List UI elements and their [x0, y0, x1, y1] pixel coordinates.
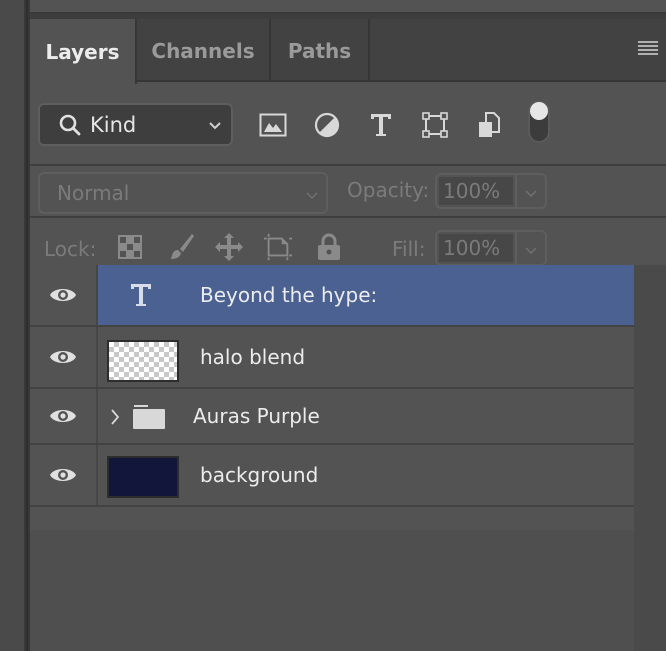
layer-thumbnail [107, 456, 179, 498]
hamburger-menu-icon[interactable] [638, 41, 658, 57]
filter-kind-label: Kind [90, 112, 137, 137]
opacity-input[interactable]: 100% [439, 177, 513, 205]
layer-row-pixel[interactable]: halo blend [30, 327, 634, 389]
opacity-label: Opacity: [347, 178, 430, 202]
tab-paths[interactable]: Paths [271, 19, 370, 82]
scrollbar-track[interactable] [634, 265, 666, 651]
left-dock-strip [0, 0, 24, 651]
shape-layer-filter-icon[interactable] [420, 110, 450, 140]
adjustment-layer-filter-icon[interactable] [312, 110, 342, 140]
pixel-layer-filter-icon[interactable] [258, 110, 288, 140]
fill-field[interactable]: 100% [435, 230, 547, 266]
eye-icon [50, 410, 76, 422]
layer-name[interactable]: Beyond the hype: [200, 265, 377, 325]
lock-position-icon[interactable] [214, 232, 244, 262]
field-divider [515, 232, 517, 264]
tab-layers[interactable]: Layers [30, 19, 137, 84]
layer-thumbnail [107, 340, 179, 382]
lock-label: Lock: [44, 237, 97, 261]
fill-input[interactable]: 100% [439, 234, 513, 262]
layers-empty-area[interactable] [30, 530, 634, 651]
visibility-toggle[interactable] [30, 389, 98, 443]
lock-image-pixels-icon[interactable] [166, 232, 196, 262]
filter-kind-select[interactable]: Kind [38, 103, 233, 146]
layers-list: Beyond the hype: halo blend Auras Purple… [30, 265, 634, 507]
panel-tab-bar: Layers Channels Paths [30, 19, 666, 84]
tab-channels[interactable]: Channels [137, 19, 271, 82]
search-icon [59, 114, 81, 135]
eye-icon [50, 351, 76, 363]
chevron-right-icon[interactable] [110, 408, 120, 426]
layer-name[interactable]: halo blend [200, 327, 305, 387]
chevron-down-icon[interactable] [523, 242, 539, 258]
field-divider [515, 175, 517, 207]
type-layer-filter-icon[interactable] [366, 110, 396, 140]
layer-row-pixel[interactable]: background [30, 445, 634, 507]
chevron-down-icon [209, 122, 221, 130]
eye-icon [50, 289, 76, 301]
chevron-down-icon[interactable] [523, 185, 539, 201]
layer-filter-row: Kind [30, 84, 666, 166]
lock-artboard-icon[interactable] [263, 232, 293, 262]
chevron-down-icon [306, 192, 318, 200]
visibility-toggle[interactable] [30, 265, 98, 325]
eye-icon [50, 469, 76, 481]
upper-panel-edge [30, 0, 666, 14]
fill-label: Fill: [392, 237, 426, 261]
opacity-field[interactable]: 100% [435, 173, 547, 209]
blend-mode-select[interactable]: Normal [38, 172, 328, 214]
smart-object-filter-icon[interactable] [474, 110, 504, 140]
blend-mode-value: Normal [57, 181, 130, 205]
visibility-toggle[interactable] [30, 445, 98, 505]
type-layer-icon [131, 284, 151, 306]
layer-row-group[interactable]: Auras Purple [30, 389, 634, 445]
filter-toggle-switch[interactable] [528, 101, 550, 143]
folder-icon [133, 405, 165, 429]
visibility-toggle[interactable] [30, 327, 98, 387]
lock-all-icon[interactable] [314, 232, 344, 262]
layer-row-text[interactable]: Beyond the hype: [30, 265, 634, 327]
layer-name[interactable]: Auras Purple [193, 389, 320, 443]
blend-row: Normal Opacity: 100% [30, 166, 666, 218]
lock-transparent-pixels-icon[interactable] [115, 232, 145, 262]
layer-name[interactable]: background [200, 445, 318, 505]
